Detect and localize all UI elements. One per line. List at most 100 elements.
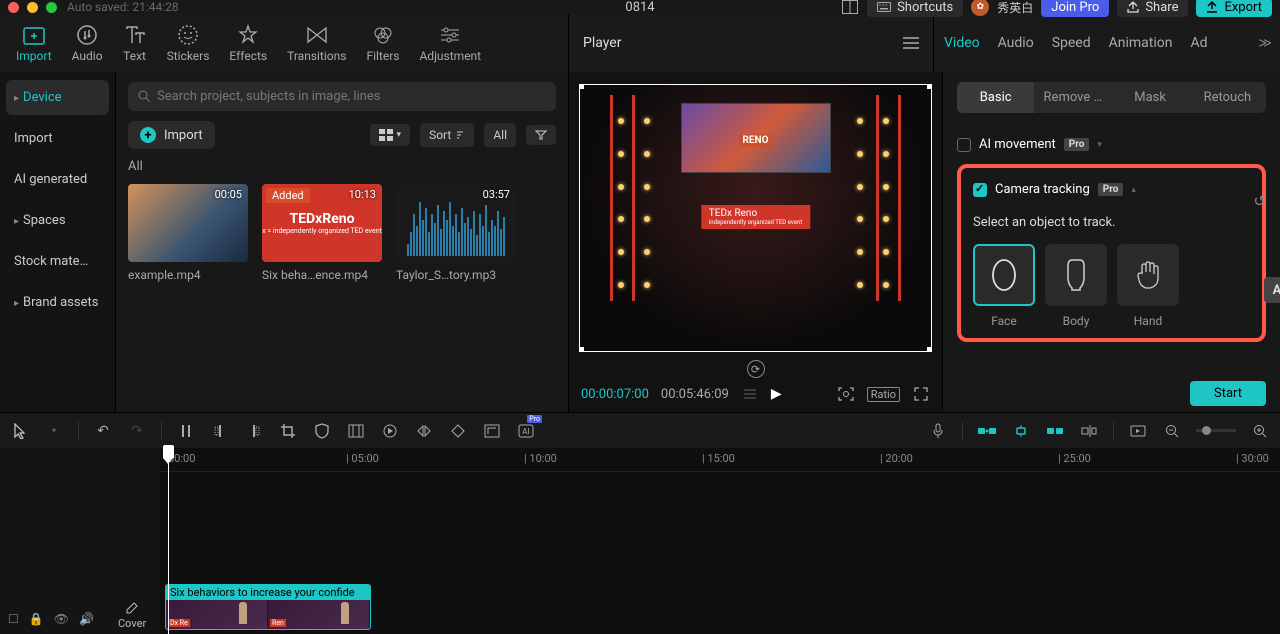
aspect-tool[interactable] xyxy=(482,421,502,441)
tool-text[interactable]: Text xyxy=(113,19,157,67)
tab-speed[interactable]: Speed xyxy=(1052,35,1091,51)
zoom-out-icon[interactable] xyxy=(1162,421,1182,441)
media-item-1[interactable]: 00:05 example.mp4 xyxy=(128,184,248,282)
shield-tool[interactable] xyxy=(312,421,332,441)
timeline-ruler[interactable]: 00:00 | 05:00 | 10:00 | 15:00 | 20:00 | … xyxy=(160,448,1280,472)
sidebar-item-brand[interactable]: Brand assets xyxy=(6,285,109,320)
subtab-remove[interactable]: Remove … xyxy=(1034,82,1111,113)
crop-tool[interactable] xyxy=(278,421,298,441)
search-input[interactable]: Search project, subjects in image, lines xyxy=(128,82,556,111)
ai-movement-row[interactable]: AI movement Pro ▾ xyxy=(957,129,1266,160)
view-mode-button[interactable]: ▾ xyxy=(370,124,411,146)
track-option-hand[interactable] xyxy=(1117,244,1179,306)
timeline-tracks[interactable]: 00:00 | 05:00 | 10:00 | 15:00 | 20:00 | … xyxy=(160,448,1280,634)
sidebar-item-import[interactable]: Import xyxy=(6,121,109,156)
sidebar-item-ai-generated[interactable]: AI generated xyxy=(6,162,109,197)
tab-audio[interactable]: Audio xyxy=(998,35,1034,51)
snap-icon[interactable] xyxy=(1045,421,1065,441)
tabs-overflow-icon[interactable]: ≫ xyxy=(1258,36,1272,51)
split-tool[interactable] xyxy=(176,421,196,441)
sidebar-item-device[interactable]: Device xyxy=(6,80,109,115)
minimize-window[interactable] xyxy=(27,2,38,13)
import-button[interactable]: + Import xyxy=(128,121,215,149)
list-icon[interactable] xyxy=(741,387,759,401)
join-pro-button[interactable]: Join Pro xyxy=(1041,0,1109,17)
start-button[interactable]: Start xyxy=(1190,381,1266,406)
subtab-retouch[interactable]: Retouch xyxy=(1189,82,1266,113)
timeline[interactable]: Cover ☐ 🔒 👁 🔊 00:00 | 05:00 | 10:00 | 15… xyxy=(0,448,1280,634)
zoom-slider[interactable] xyxy=(1196,429,1236,432)
rotate-tool[interactable] xyxy=(448,421,468,441)
ai-movement-checkbox[interactable] xyxy=(957,138,971,152)
selection-dropdown[interactable]: ▾ xyxy=(44,421,64,441)
tool-adjustment[interactable]: Adjustment xyxy=(409,19,491,67)
magnet-on-icon[interactable] xyxy=(977,421,997,441)
playhead[interactable] xyxy=(168,448,169,634)
player-viewport[interactable]: RENO TEDx Renoindependently organized TE… xyxy=(579,84,932,352)
link-icon[interactable] xyxy=(1011,421,1031,441)
mirror-tool[interactable] xyxy=(414,421,434,441)
timeline-clip[interactable]: Six behaviors to increase your confide D… xyxy=(165,584,371,630)
mute-icon[interactable]: 🔊 xyxy=(79,612,94,626)
cover-button[interactable]: Cover xyxy=(118,601,146,630)
ratio-button[interactable]: Ratio xyxy=(867,387,900,402)
sort-button[interactable]: Sort xyxy=(420,123,474,147)
media-item-2[interactable]: Added 10:13 TEDxReno x = independently o… xyxy=(262,184,382,282)
track-option-face[interactable] xyxy=(973,244,1035,306)
tool-audio[interactable]: Audio xyxy=(62,19,113,67)
subtab-basic[interactable]: Basic xyxy=(957,82,1034,113)
tool-transitions[interactable]: Transitions xyxy=(277,19,356,67)
play-button[interactable]: ▶ xyxy=(771,386,782,402)
stickers-icon xyxy=(176,23,200,47)
player-menu-icon[interactable] xyxy=(903,37,919,49)
sidebar-item-spaces[interactable]: Spaces xyxy=(6,203,109,238)
pencil-icon xyxy=(125,601,139,615)
undo-button[interactable]: ↶ xyxy=(93,421,113,441)
tool-effects[interactable]: Effects xyxy=(219,19,277,67)
zoom-in-icon[interactable] xyxy=(1250,421,1270,441)
tab-adj[interactable]: Ad xyxy=(1190,35,1207,51)
preview-icon[interactable] xyxy=(1128,421,1148,441)
caption-icon[interactable]: ☐ xyxy=(8,612,19,626)
shortcuts-button[interactable]: Shortcuts xyxy=(867,0,963,17)
split-right-tool[interactable] xyxy=(244,421,264,441)
export-button[interactable]: Export xyxy=(1196,0,1272,17)
reset-icon[interactable]: ↺ xyxy=(1253,192,1266,210)
reverse-tool[interactable] xyxy=(380,421,400,441)
selection-tool[interactable] xyxy=(10,421,30,441)
sync-icon[interactable]: ⟳ xyxy=(747,360,765,378)
text-marker[interactable]: A xyxy=(1264,277,1280,303)
filter-options-button[interactable] xyxy=(526,125,556,145)
align-icon[interactable] xyxy=(1079,421,1099,441)
tool-stickers[interactable]: Stickers xyxy=(157,19,220,67)
share-button[interactable]: Share xyxy=(1117,0,1188,17)
track-option-body[interactable] xyxy=(1045,244,1107,306)
eye-icon[interactable]: 👁 xyxy=(54,612,69,626)
tab-animation[interactable]: Animation xyxy=(1109,35,1173,51)
media-item-3[interactable]: 03:57 Taylor_S…tory.mp3 xyxy=(396,184,516,282)
document-title[interactable]: 0814 xyxy=(625,0,654,15)
close-window[interactable] xyxy=(8,2,19,13)
camera-tracking-checkbox[interactable] xyxy=(973,183,987,197)
layout-icon[interactable] xyxy=(841,0,859,14)
adjustment-icon xyxy=(438,23,462,47)
sidebar-item-stock[interactable]: Stock mate… xyxy=(6,244,109,279)
inspector-tabs: Video Audio Speed Animation Ad ≫ xyxy=(934,14,1280,72)
tab-video[interactable]: Video xyxy=(944,35,980,51)
mic-button[interactable] xyxy=(928,421,948,441)
tool-filters[interactable]: Filters xyxy=(356,19,409,67)
lock-icon[interactable]: 🔒 xyxy=(29,612,44,626)
redo-button[interactable]: ↷ xyxy=(127,421,147,441)
camera-tracking-row[interactable]: Camera tracking Pro ▴ xyxy=(973,182,1250,205)
thumbnail: 03:57 xyxy=(396,184,516,262)
maximize-window[interactable] xyxy=(46,2,57,13)
subtab-mask[interactable]: Mask xyxy=(1112,82,1189,113)
user-avatar[interactable]: ✿ xyxy=(971,0,989,16)
fullscreen-icon[interactable] xyxy=(912,387,930,401)
split-left-tool[interactable] xyxy=(210,421,230,441)
scan-icon[interactable] xyxy=(837,387,855,401)
ai-tool[interactable]: AI xyxy=(516,421,536,441)
filter-all-button[interactable]: All xyxy=(484,123,516,147)
tool-import[interactable]: Import xyxy=(6,19,62,67)
frame-tool[interactable] xyxy=(346,421,366,441)
